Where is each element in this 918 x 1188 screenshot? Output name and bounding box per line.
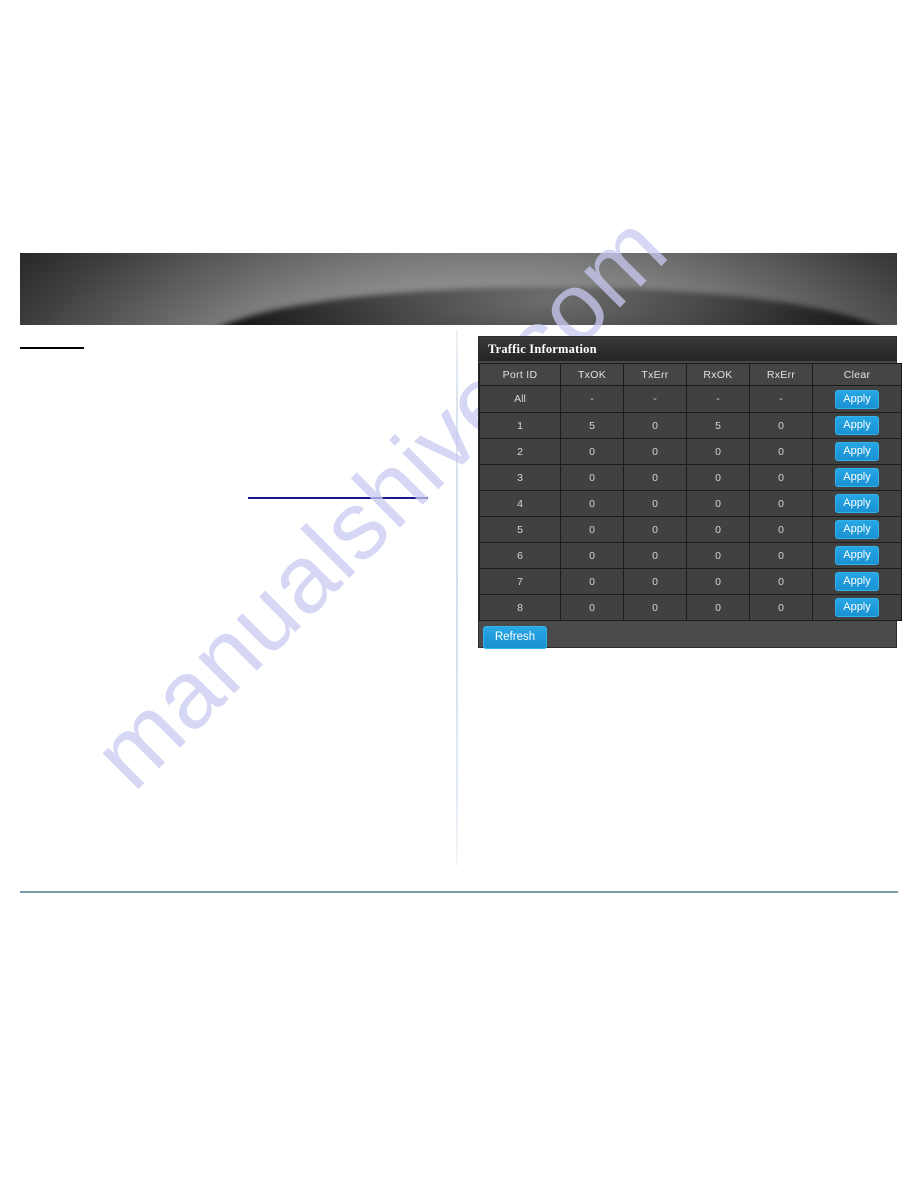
traffic-information-table: Port ID TxOK TxErr RxOK RxErr Clear All …	[479, 363, 902, 621]
cell-rxerr: 0	[749, 542, 813, 569]
cell-txok: 0	[560, 438, 624, 465]
cell-rxok: 0	[686, 490, 750, 517]
cell-port-id: All	[479, 385, 561, 413]
footer-rule	[20, 891, 898, 893]
cell-clear: Apply	[812, 438, 902, 465]
cell-port-id: 5	[479, 516, 561, 543]
cell-port-id: 3	[479, 464, 561, 491]
cell-rxerr: 0	[749, 438, 813, 465]
table-row: All - - - - Apply	[479, 385, 902, 413]
cell-txerr: 0	[623, 464, 687, 491]
cell-txok: 5	[560, 412, 624, 439]
table-row: 2 0 0 0 0 Apply	[479, 438, 902, 465]
cell-txerr: 0	[623, 438, 687, 465]
column-header-rxok: RxOK	[686, 363, 750, 386]
cell-clear: Apply	[812, 464, 902, 491]
inline-link-rule	[248, 497, 428, 499]
column-header-txerr: TxErr	[623, 363, 687, 386]
cell-txok: 0	[560, 594, 624, 621]
cell-clear: Apply	[812, 542, 902, 569]
cell-port-id: 1	[479, 412, 561, 439]
section-heading-rule	[20, 347, 84, 349]
column-header-txok: TxOK	[560, 363, 624, 386]
table-row: 7 0 0 0 0 Apply	[479, 568, 902, 595]
cell-txerr: 0	[623, 594, 687, 621]
cell-port-id: 4	[479, 490, 561, 517]
apply-button[interactable]: Apply	[835, 494, 879, 513]
refresh-row: Refresh	[479, 621, 896, 649]
apply-button[interactable]: Apply	[835, 572, 879, 591]
cell-rxerr: 0	[749, 516, 813, 543]
cell-txerr: 0	[623, 542, 687, 569]
table-row: 3 0 0 0 0 Apply	[479, 464, 902, 491]
cell-clear: Apply	[812, 594, 902, 621]
cell-rxerr: 0	[749, 568, 813, 595]
product-banner	[20, 253, 897, 325]
column-header-rxerr: RxErr	[749, 363, 813, 386]
cell-rxok: 0	[686, 568, 750, 595]
traffic-information-panel: Traffic Information Port ID TxOK TxErr R…	[478, 336, 902, 649]
cell-txerr: 0	[623, 412, 687, 439]
refresh-button[interactable]: Refresh	[483, 626, 547, 649]
cell-rxok: 0	[686, 464, 750, 491]
cell-txerr: -	[623, 385, 687, 413]
table-row: 6 0 0 0 0 Apply	[479, 542, 902, 569]
cell-txok: 0	[560, 516, 624, 543]
cell-clear: Apply	[812, 490, 902, 517]
apply-button[interactable]: Apply	[835, 468, 879, 487]
column-header-clear: Clear	[812, 363, 902, 386]
apply-button[interactable]: Apply	[835, 598, 879, 617]
cell-port-id: 6	[479, 542, 561, 569]
cell-rxerr: 0	[749, 594, 813, 621]
table-row: 1 5 0 5 0 Apply	[479, 412, 902, 439]
cell-port-id: 2	[479, 438, 561, 465]
cell-txerr: 0	[623, 516, 687, 543]
cell-txok: 0	[560, 542, 624, 569]
cell-rxok: 0	[686, 516, 750, 543]
cell-rxok: 0	[686, 542, 750, 569]
cell-port-id: 8	[479, 594, 561, 621]
apply-button[interactable]: Apply	[835, 520, 879, 539]
apply-button[interactable]: Apply	[835, 389, 879, 409]
table-row: 8 0 0 0 0 Apply	[479, 594, 902, 621]
cell-clear: Apply	[812, 385, 902, 413]
cell-txerr: 0	[623, 490, 687, 517]
cell-port-id: 7	[479, 568, 561, 595]
cell-rxok: 0	[686, 438, 750, 465]
column-header-port-id: Port ID	[479, 363, 561, 386]
cell-rxok: -	[686, 385, 750, 413]
cell-rxerr: 0	[749, 412, 813, 439]
apply-button[interactable]: Apply	[835, 546, 879, 565]
cell-rxerr: -	[749, 385, 813, 413]
cell-rxok: 0	[686, 594, 750, 621]
cell-txok: 0	[560, 568, 624, 595]
cell-rxerr: 0	[749, 490, 813, 517]
cell-clear: Apply	[812, 412, 902, 439]
table-row: 4 0 0 0 0 Apply	[479, 490, 902, 517]
cell-txok: 0	[560, 490, 624, 517]
cell-clear: Apply	[812, 568, 902, 595]
cell-txerr: 0	[623, 568, 687, 595]
column-divider	[456, 330, 458, 866]
table-row: 5 0 0 0 0 Apply	[479, 516, 902, 543]
apply-button[interactable]: Apply	[835, 416, 879, 435]
cell-rxerr: 0	[749, 464, 813, 491]
table-header-row: Port ID TxOK TxErr RxOK RxErr Clear	[479, 363, 902, 386]
cell-clear: Apply	[812, 516, 902, 543]
cell-txok: 0	[560, 464, 624, 491]
cell-rxok: 5	[686, 412, 750, 439]
apply-button[interactable]: Apply	[835, 442, 879, 461]
cell-txok: -	[560, 385, 624, 413]
panel-title: Traffic Information	[479, 337, 896, 361]
